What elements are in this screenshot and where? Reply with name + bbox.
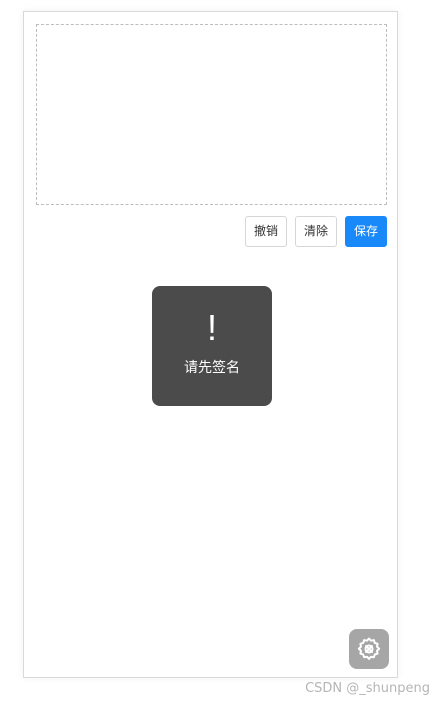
undo-button[interactable]: 撤销	[245, 216, 287, 247]
gear-icon	[357, 637, 381, 660]
signature-canvas[interactable]	[36, 24, 387, 205]
mobile-frame: 撤销 清除 保存 ! 请先签名	[23, 11, 398, 678]
settings-floating-button[interactable]	[349, 629, 389, 669]
save-button[interactable]: 保存	[345, 216, 387, 247]
toast-message: 请先签名	[184, 360, 240, 376]
watermark: CSDN @_shunpeng	[305, 681, 430, 696]
toast: ! 请先签名	[152, 286, 272, 406]
clear-button[interactable]: 清除	[295, 216, 337, 247]
exclamation-icon: !	[206, 307, 217, 348]
